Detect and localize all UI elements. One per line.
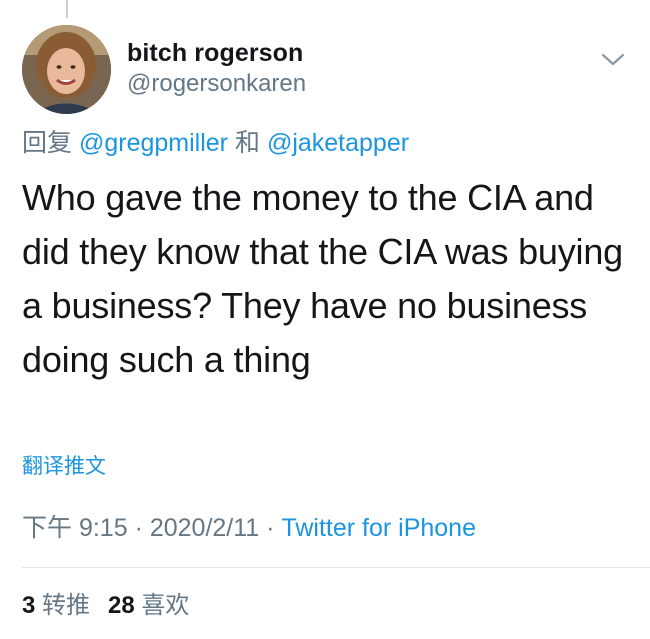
reply-joiner: 和	[234, 129, 260, 157]
meta-separator: ·	[134, 514, 143, 542]
meta-separator: ·	[266, 514, 275, 542]
retweets-stat[interactable]: 3 转推	[22, 592, 90, 619]
user-info: bitch rogerson @rogersonkaren	[127, 38, 306, 100]
tweet-text: Who gave the money to the CIA and did th…	[22, 177, 623, 380]
thread-connector-line	[66, 0, 68, 18]
retweet-label: 转推	[42, 592, 91, 619]
tweet-time[interactable]: 下午 9:15	[22, 514, 128, 542]
tweet-metadata: 下午 9:15 · 2020/2/11 · Twitter for iPhone	[22, 511, 476, 545]
tweet-stats: 3 转推 28 喜欢	[22, 589, 189, 623]
user-handle[interactable]: @rogersonkaren	[127, 68, 306, 100]
like-count: 28	[108, 592, 135, 619]
reply-prefix: 回复	[22, 129, 73, 157]
tweet-date[interactable]: 2020/2/11	[150, 514, 259, 542]
avatar-photo	[22, 25, 111, 114]
avatar[interactable]	[22, 25, 111, 114]
mention-link-gregpmiller[interactable]: @gregpmiller	[79, 129, 228, 157]
likes-stat[interactable]: 28 喜欢	[108, 592, 189, 619]
chevron-down-icon[interactable]	[600, 50, 626, 68]
divider	[22, 567, 650, 568]
retweet-count: 3	[22, 592, 36, 619]
like-label: 喜欢	[141, 592, 190, 619]
reply-context: 回复 @gregpmiller 和 @jaketapper	[22, 127, 409, 159]
display-name[interactable]: bitch rogerson	[127, 38, 306, 68]
translate-tweet-link[interactable]: 翻译推文	[22, 452, 106, 482]
tweet-source-link[interactable]: Twitter for iPhone	[281, 514, 476, 542]
mention-link-jaketapper[interactable]: @jaketapper	[267, 129, 409, 157]
